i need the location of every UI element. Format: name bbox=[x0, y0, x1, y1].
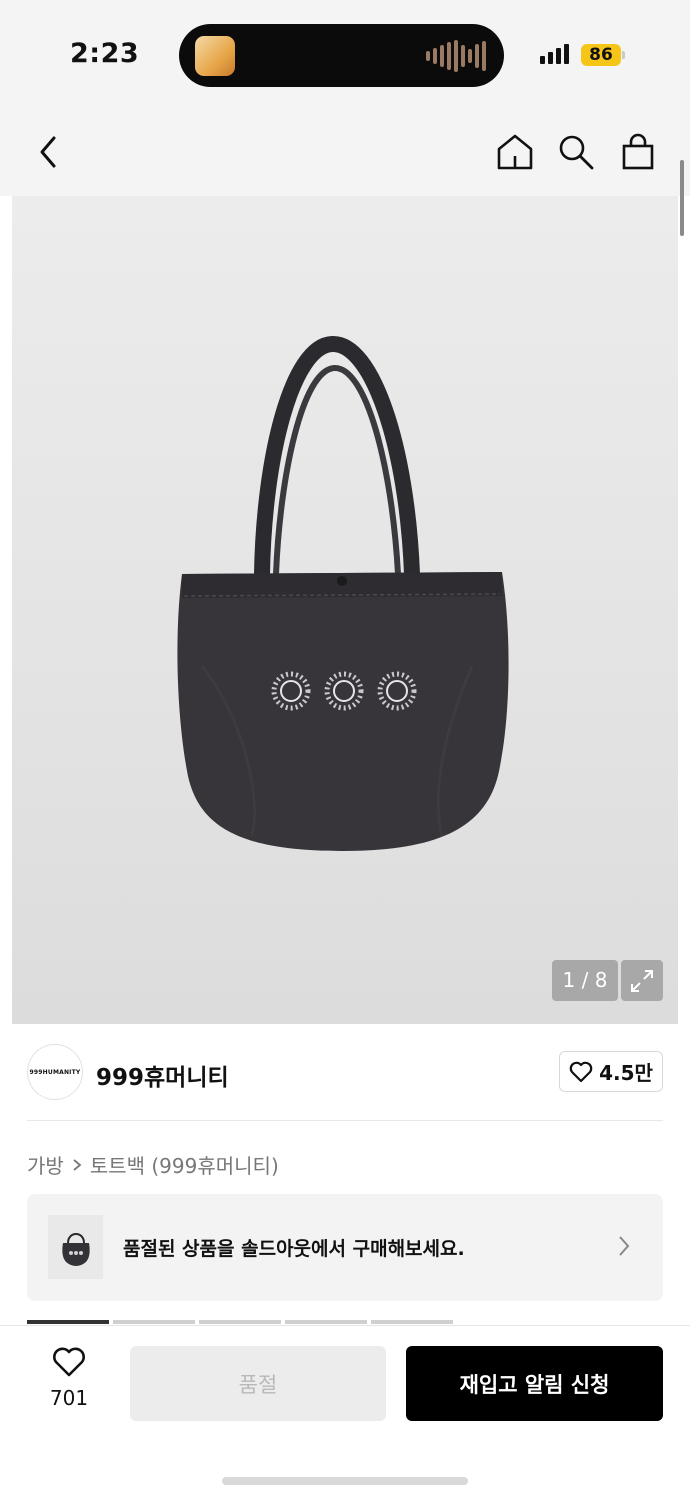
brand-like-button[interactable]: 4.5만 bbox=[559, 1051, 663, 1092]
option-thumbnails bbox=[27, 1320, 453, 1324]
status-time: 2:23 bbox=[70, 38, 140, 69]
shopping-bag-icon bbox=[622, 133, 654, 170]
battery-indicator: 86 bbox=[581, 44, 621, 66]
chevron-left-icon bbox=[40, 136, 56, 168]
home-indicator[interactable] bbox=[222, 1477, 468, 1485]
brand-logo[interactable]: 999HUMANITY bbox=[27, 1044, 83, 1100]
chevron-right-icon bbox=[619, 1236, 630, 1256]
option-thumbnail[interactable] bbox=[371, 1320, 453, 1324]
battery-tip bbox=[622, 51, 625, 59]
option-thumbnail[interactable] bbox=[199, 1320, 281, 1324]
product-image-tote-bag bbox=[177, 336, 509, 851]
home-button[interactable] bbox=[493, 130, 537, 174]
brand-name[interactable]: 999휴머니티 bbox=[96, 1058, 229, 1092]
expand-button[interactable] bbox=[621, 960, 663, 1001]
soldout-button: 품절 bbox=[130, 1346, 386, 1421]
heart-icon bbox=[569, 1061, 593, 1082]
breadcrumb-category[interactable]: 가방 bbox=[27, 1150, 64, 1179]
product-image-gallery[interactable]: 1 / 8 bbox=[12, 196, 678, 1024]
search-icon bbox=[559, 135, 594, 170]
heart-icon bbox=[53, 1347, 85, 1377]
back-button[interactable] bbox=[26, 130, 70, 174]
home-icon bbox=[497, 134, 533, 170]
dynamic-island bbox=[179, 24, 504, 87]
restock-alert-button[interactable]: 재입고 알림 신청 bbox=[406, 1346, 663, 1421]
option-thumbnail[interactable] bbox=[27, 1320, 109, 1324]
top-navigation bbox=[0, 108, 690, 196]
option-thumbnail[interactable] bbox=[113, 1320, 195, 1324]
image-counter: 1 / 8 bbox=[552, 960, 618, 1001]
soldout-market-link[interactable]: 품절된 상품을 솔드아웃에서 구매해보세요. bbox=[27, 1194, 663, 1301]
search-button[interactable] bbox=[554, 130, 598, 174]
audio-waveform-icon bbox=[426, 40, 486, 72]
page-scrollbar[interactable] bbox=[680, 160, 684, 236]
brand-row[interactable]: 999HUMANITY 999휴머니티 4.5만 bbox=[0, 1024, 690, 1120]
expand-icon bbox=[631, 969, 653, 992]
cart-button[interactable] bbox=[616, 130, 660, 174]
breadcrumb: 가방 토트백 (999휴머니티) bbox=[27, 1150, 279, 1179]
now-playing-artwork bbox=[195, 36, 235, 76]
chevron-right-icon bbox=[73, 1158, 82, 1171]
brand-like-count: 4.5만 bbox=[599, 1061, 653, 1085]
status-bar: 2:23 86 bbox=[0, 0, 690, 108]
soldout-notice-text: 품절된 상품을 솔드아웃에서 구매해보세요. bbox=[123, 1238, 465, 1260]
breadcrumb-subcategory[interactable]: 토트백 (999휴머니티) bbox=[90, 1150, 279, 1179]
tote-bag-thumbnail-icon bbox=[61, 1233, 90, 1266]
cellular-signal-icon bbox=[540, 44, 569, 64]
bottom-action-bar: 701 품절 재입고 알림 신청 bbox=[0, 1325, 690, 1500]
wishlist-button[interactable]: 701 bbox=[40, 1346, 98, 1410]
wishlist-count: 701 bbox=[49, 1386, 89, 1410]
divider bbox=[27, 1120, 663, 1121]
soldout-product-thumbnail bbox=[48, 1215, 103, 1279]
option-thumbnail[interactable] bbox=[285, 1320, 367, 1324]
